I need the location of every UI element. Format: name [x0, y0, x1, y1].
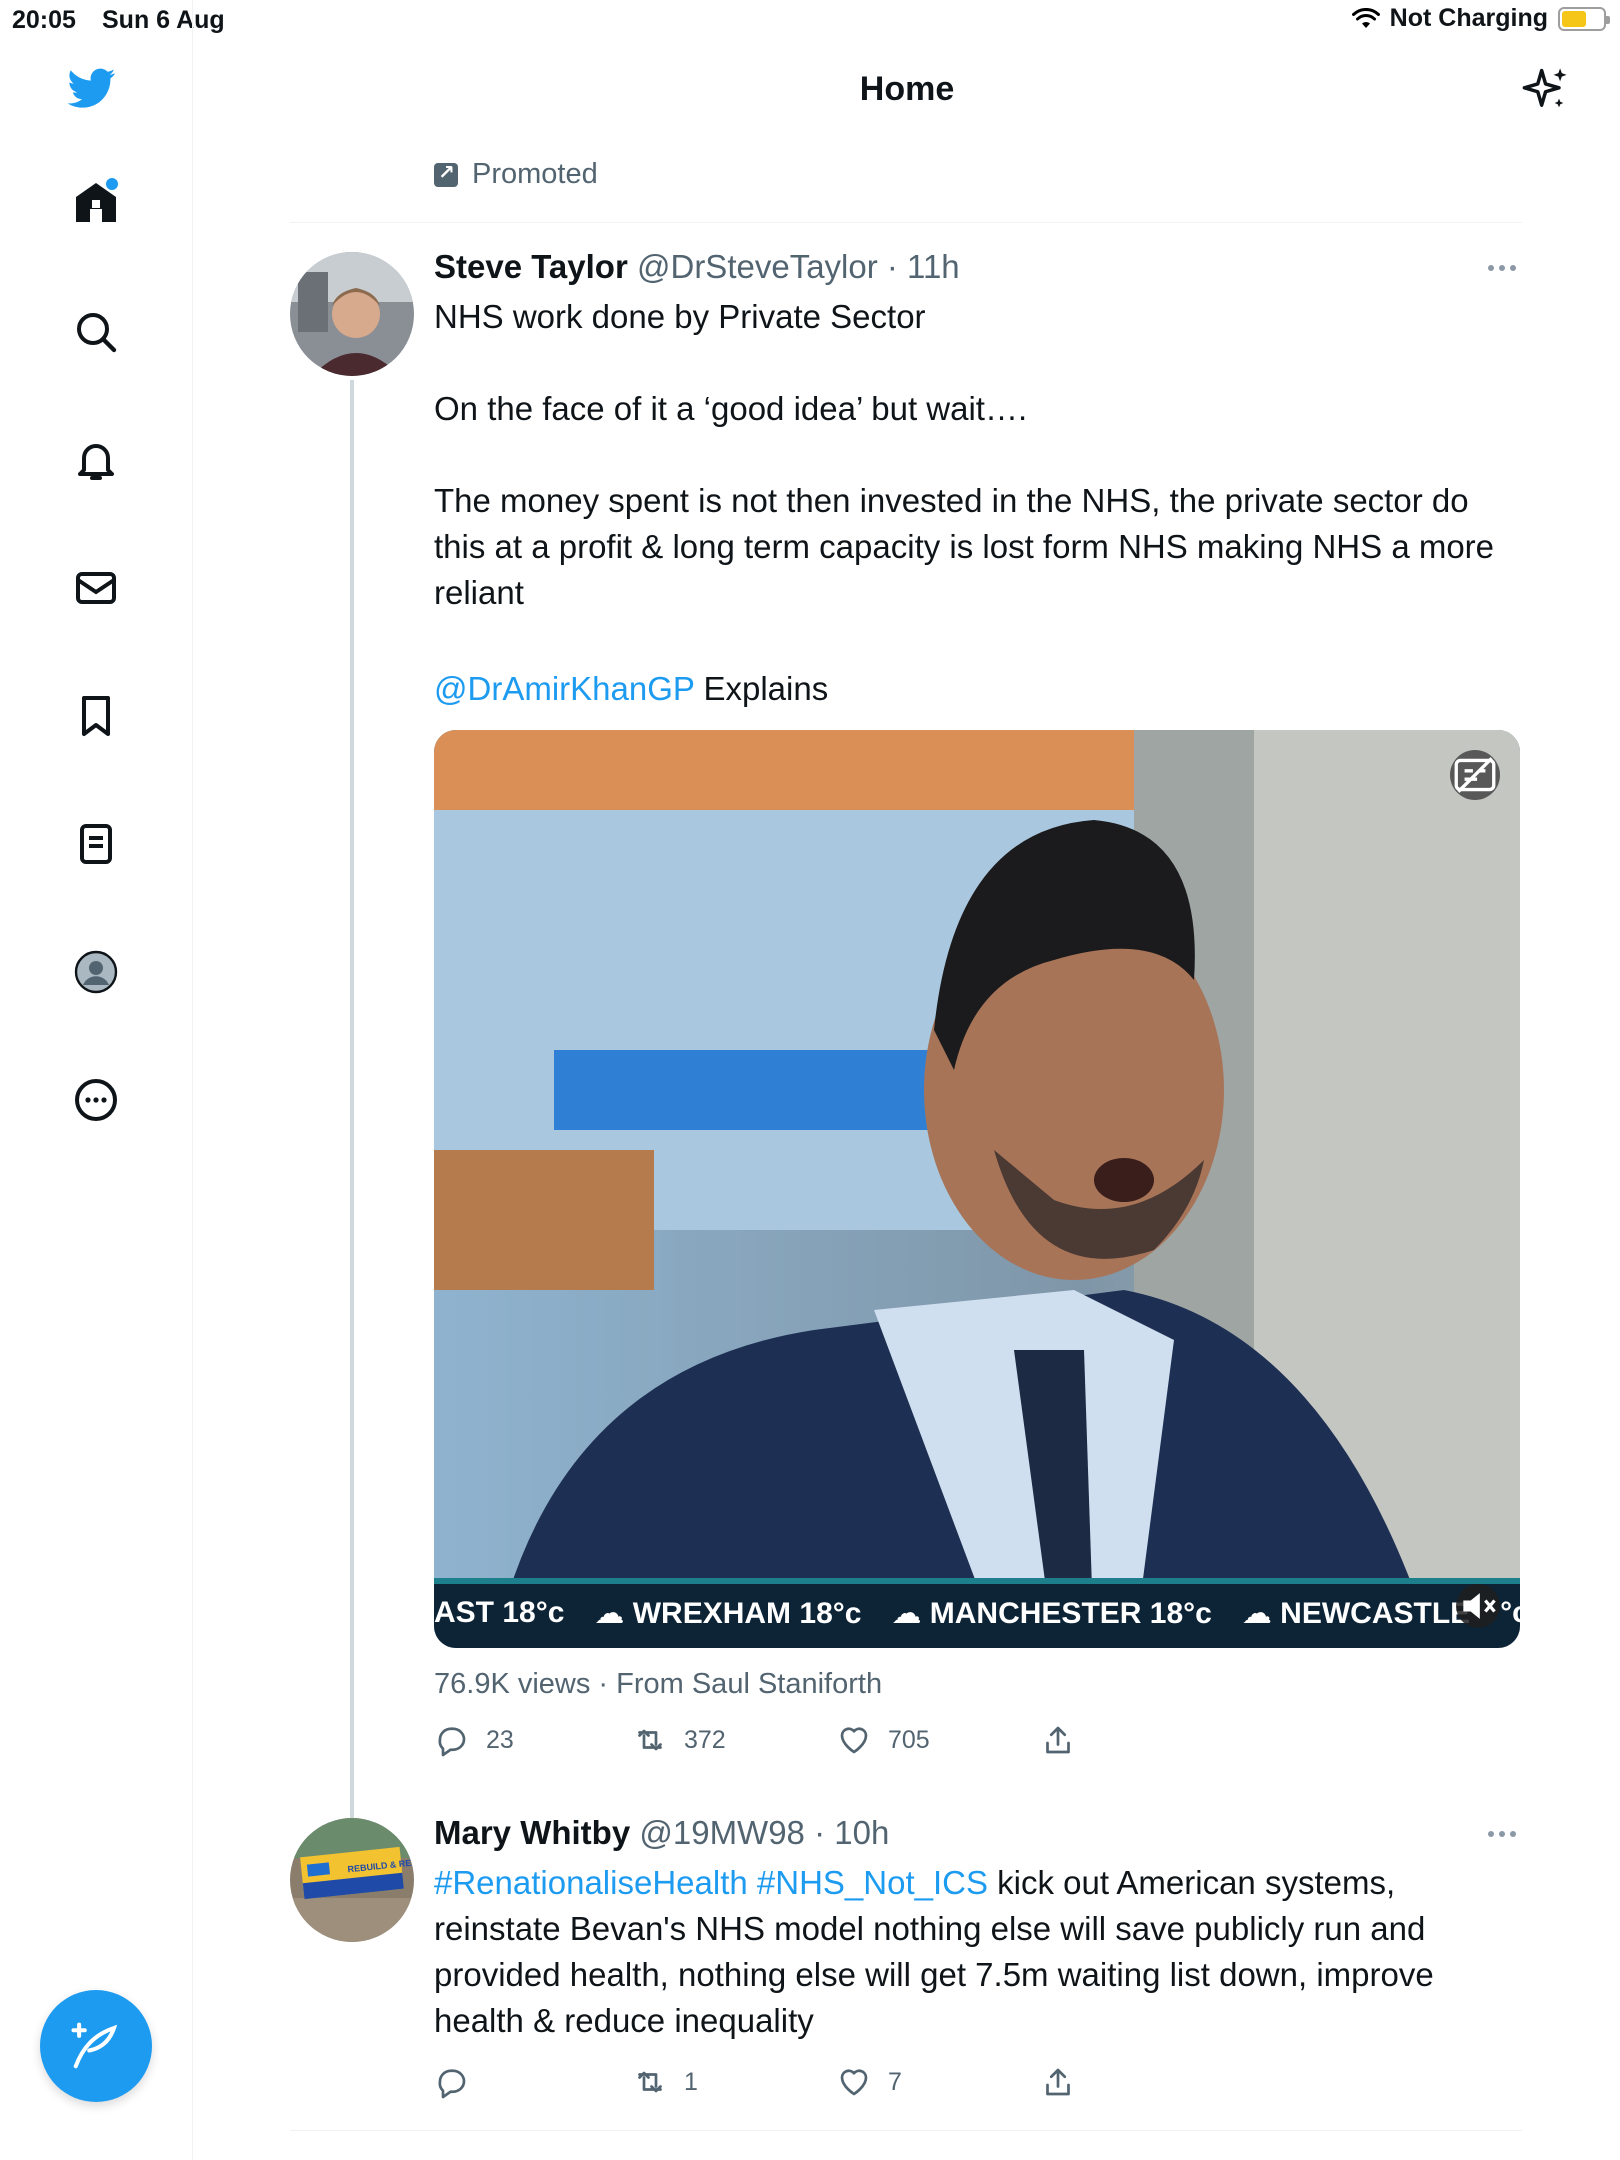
captions-button[interactable]	[1450, 750, 1500, 800]
tweet-text-paragraph: The money spent is not then invested in …	[434, 482, 1495, 611]
sparkle-icon[interactable]	[1520, 64, 1572, 116]
author-handle[interactable]: @19MW98	[639, 1814, 805, 1851]
captions-icon	[1454, 757, 1496, 793]
promoted-icon	[434, 160, 458, 187]
divider	[290, 2130, 1522, 2131]
tweet-header: Mary Whitby @19MW98 · 10h	[434, 1814, 889, 1852]
compose-tweet-icon	[71, 2022, 118, 2069]
ticker-item: ☁ WREXHAM 18°c	[594, 1596, 862, 1630]
bell-icon	[78, 444, 114, 480]
page-title: Home	[859, 70, 955, 108]
tweet-actions: 23 372 705	[434, 1722, 1524, 1762]
sidebar-item-bookmarks[interactable]	[68, 688, 124, 744]
compose-tweet-button[interactable]	[40, 1990, 152, 2102]
promoted-label: Promoted	[434, 158, 598, 191]
reply-button[interactable]	[434, 2064, 486, 2100]
muted-speaker-icon	[1463, 1593, 1496, 1619]
more-options-icon[interactable]	[1488, 1824, 1528, 1844]
tweet-text-line: On the face of it a ‘good idea’ but wait…	[434, 390, 1028, 427]
ticker-item: °c	[1500, 1596, 1520, 1629]
divider	[290, 222, 1522, 223]
like-button[interactable]: 705	[836, 1722, 930, 1758]
tweet-time[interactable]: · 11h	[887, 248, 960, 285]
search-icon	[77, 313, 117, 353]
tweet-text-line: NHS work done by Private Sector	[434, 298, 926, 335]
reply-count: 23	[486, 1725, 514, 1754]
avatar[interactable]	[290, 252, 414, 376]
status-right: Not Charging	[1351, 4, 1610, 33]
retweet-count: 372	[684, 1725, 726, 1754]
reply-button[interactable]: 23	[434, 1722, 514, 1758]
bookmark-icon	[82, 696, 110, 736]
tweet-text-paragraph: #RenationaliseHealth #NHS_Not_ICS kick o…	[434, 1860, 1524, 2044]
author-name[interactable]: Steve Taylor	[434, 248, 628, 285]
author-name[interactable]: Mary Whitby	[434, 1814, 630, 1851]
reply-icon	[438, 1727, 466, 1757]
heart-icon	[840, 2069, 868, 2096]
hashtag-link[interactable]: #RenationaliseHealth	[434, 1864, 748, 1901]
notification-dot	[106, 178, 118, 190]
mention-link[interactable]: @DrAmirKhanGP	[434, 670, 694, 707]
sidebar-item-lists[interactable]	[68, 816, 124, 872]
retweet-icon	[638, 1729, 662, 1751]
heart-icon	[840, 1727, 868, 1754]
sidebar-item-notifications[interactable]	[68, 432, 124, 488]
sidebar-item-explore[interactable]	[68, 304, 124, 360]
share-button[interactable]	[1040, 2064, 1076, 2100]
tweet-text-mention-line: @DrAmirKhanGP Explains	[434, 666, 1524, 712]
view-count: 76.9K views · From Saul Staniforth	[434, 1668, 883, 1700]
tweet-time[interactable]: · 10h	[814, 1814, 889, 1851]
sidebar-item-home[interactable]	[68, 174, 124, 230]
tweet-header: Steve Taylor @DrSteveTaylor · 11h	[434, 248, 960, 286]
share-icon	[1046, 1726, 1070, 1754]
share-button[interactable]	[1040, 1722, 1076, 1758]
retweet-button[interactable]: 372	[632, 1722, 726, 1758]
retweet-icon	[638, 2071, 662, 2093]
tweet-actions: 1 7	[434, 2064, 1524, 2104]
retweet-count: 1	[684, 2067, 698, 2096]
battery-icon	[1558, 6, 1610, 31]
reply-icon	[438, 2069, 466, 2099]
sidebar-item-messages[interactable]	[68, 560, 124, 616]
ticker-item: ☁ NEWCASTLE	[1241, 1596, 1471, 1630]
wifi-icon	[1351, 7, 1380, 28]
mail-icon	[76, 572, 116, 604]
like-button[interactable]: 7	[836, 2064, 902, 2100]
ticker-item: ☁ MANCHESTER 18°c	[891, 1596, 1212, 1630]
sidebar-item-profile[interactable]	[68, 944, 124, 1000]
promoted-text: Promoted	[472, 158, 598, 190]
like-count: 7	[888, 2067, 902, 2096]
thread-line	[350, 380, 354, 1820]
more-circle-icon	[75, 1079, 117, 1121]
video-player[interactable]: AST 18°c ☁ WREXHAM 18°c ☁ MANCHESTER 18°…	[434, 730, 1520, 1648]
news-ticker: AST 18°c ☁ WREXHAM 18°c ☁ MANCHESTER 18°…	[434, 1578, 1520, 1648]
mute-button[interactable]	[1456, 1584, 1500, 1628]
video-frame	[434, 730, 1520, 1648]
like-count: 705	[888, 1725, 930, 1754]
mention-suffix: Explains	[694, 670, 829, 707]
twitter-logo-icon[interactable]	[64, 60, 120, 116]
lists-icon	[80, 824, 112, 864]
more-options-icon[interactable]	[1488, 258, 1528, 278]
sidebar-nav	[0, 0, 193, 2160]
retweet-button[interactable]: 1	[632, 2064, 698, 2100]
author-handle[interactable]: @DrSteveTaylor	[637, 248, 878, 285]
status-bar: 20:05 Sun 6 Aug Not Charging	[0, 0, 1620, 40]
hashtag-link[interactable]: #NHS_Not_ICS	[757, 1864, 988, 1901]
charging-status: Not Charging	[1389, 4, 1548, 32]
home-header: Home	[194, 40, 1620, 140]
sidebar-item-more[interactable]	[68, 1072, 124, 1128]
share-icon	[1046, 2068, 1070, 2096]
ticker-item: AST 18°c	[434, 1596, 565, 1629]
profile-icon	[74, 950, 118, 994]
avatar[interactable]: REBUILD & RESTORE THE NHS	[290, 1818, 414, 1942]
